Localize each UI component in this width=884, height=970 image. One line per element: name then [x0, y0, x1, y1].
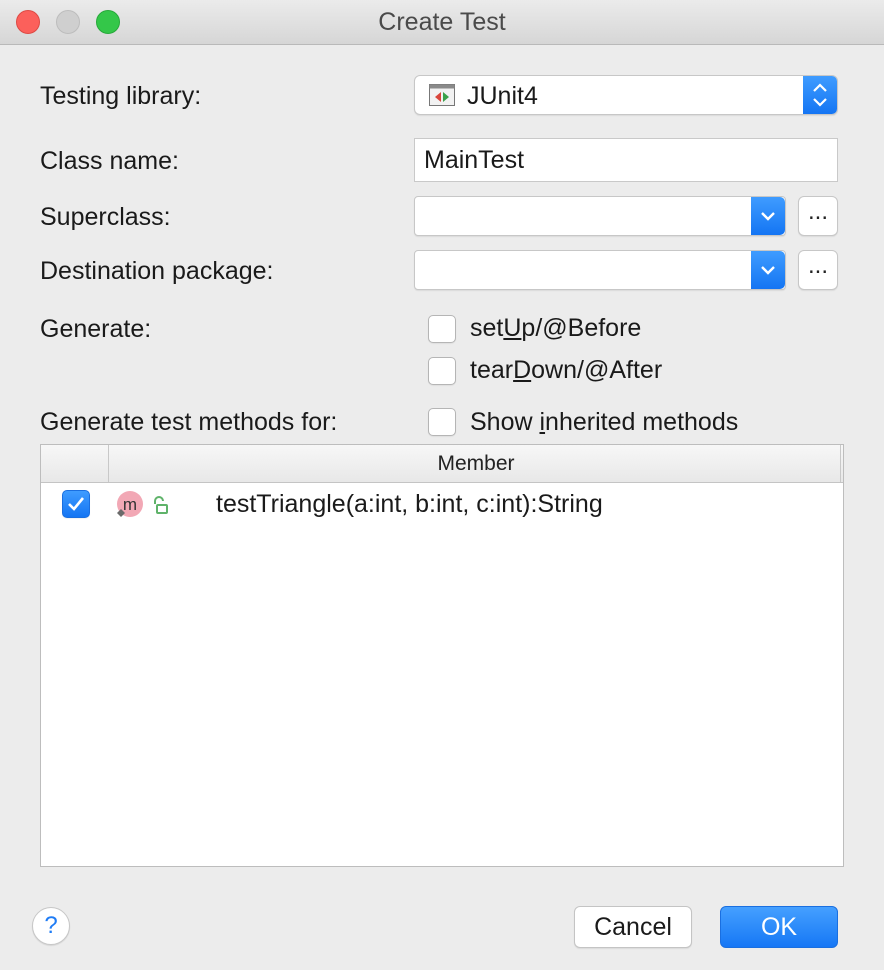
testing-library-value: JUnit4 — [467, 82, 538, 110]
setup-label[interactable]: setUp/@Before — [470, 314, 641, 343]
title-bar: Create Test — [0, 0, 884, 45]
public-lock-icon — [151, 495, 171, 522]
setup-label-mnemonic: U — [503, 314, 522, 342]
member-checkbox[interactable] — [62, 490, 90, 518]
table-row[interactable]: m testTriangle(a:int, b:int, c:int):Stri… — [41, 485, 843, 525]
setup-label-suffix: p/@Before — [521, 314, 642, 342]
cancel-button[interactable]: Cancel — [574, 906, 692, 948]
members-table[interactable]: Member m testTriangle(a:int, b:int, c:in… — [40, 444, 844, 867]
junit-icon — [429, 84, 455, 111]
teardown-label[interactable]: tearDown/@After — [470, 356, 662, 385]
setup-checkbox[interactable] — [428, 315, 456, 343]
teardown-label-prefix: tear — [470, 356, 514, 384]
teardown-label-mnemonic: D — [513, 356, 532, 384]
destination-package-label: Destination package: — [40, 257, 274, 285]
member-column-header[interactable]: Member — [109, 445, 843, 482]
show-inherited-label[interactable]: Show inherited methods — [470, 408, 738, 437]
ok-button[interactable]: OK — [720, 906, 838, 948]
show-inherited-checkbox[interactable] — [428, 408, 456, 436]
svg-text:m: m — [123, 495, 137, 514]
superclass-combobox[interactable] — [414, 196, 786, 236]
stepper-icon[interactable] — [803, 76, 837, 114]
help-button[interactable]: ? — [32, 907, 70, 945]
destination-package-combobox[interactable] — [414, 250, 786, 290]
destination-package-browse-button[interactable]: ... — [798, 250, 838, 290]
class-name-input[interactable]: MainTest — [414, 138, 838, 182]
table-header: Member — [41, 445, 843, 483]
chevron-down-icon[interactable] — [751, 251, 785, 289]
teardown-checkbox[interactable] — [428, 357, 456, 385]
superclass-browse-button[interactable]: ... — [798, 196, 838, 236]
teardown-label-suffix: own/@After — [531, 356, 663, 384]
method-icon: m — [113, 489, 147, 526]
superclass-label: Superclass: — [40, 203, 171, 231]
class-name-label: Class name: — [40, 147, 179, 175]
generate-methods-label: Generate test methods for: — [40, 408, 338, 436]
testing-library-label: Testing library: — [40, 82, 202, 110]
show-inherited-label-prefix: Show — [470, 408, 540, 436]
setup-label-prefix: set — [470, 314, 504, 342]
window-title: Create Test — [378, 8, 506, 36]
chevron-down-icon[interactable] — [751, 197, 785, 235]
checkmark-icon — [68, 497, 85, 511]
member-signature: testTriangle(a:int, b:int, c:int):String — [216, 490, 603, 518]
generate-label: Generate: — [40, 315, 152, 343]
show-inherited-label-suffix: nherited methods — [545, 408, 739, 436]
testing-library-select[interactable]: JUnit4 — [414, 75, 838, 115]
